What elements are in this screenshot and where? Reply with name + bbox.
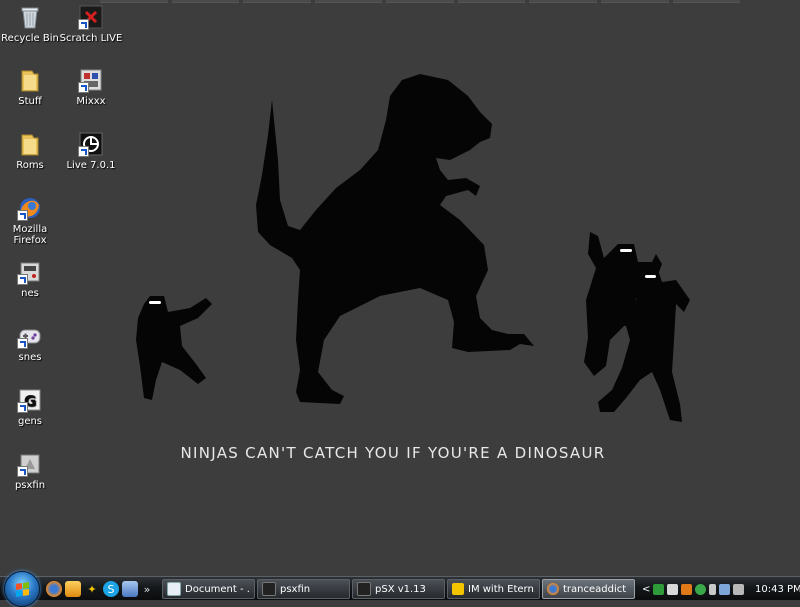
update-icon[interactable] — [681, 583, 692, 595]
desktop-icon-label: snes — [18, 352, 42, 363]
taskbar-button-label: pSX v1.13 — [375, 583, 426, 595]
taskbar-button-im[interactable]: IM with Etern... — [447, 579, 540, 599]
desktop-icon-label: Mixxx — [76, 96, 106, 107]
system-tray: < 10:43 PM — [642, 579, 800, 599]
network-icon[interactable] — [653, 583, 664, 595]
desktop: NINJAS CAN'T CATCH YOU IF YOU'RE A DINOS… — [0, 0, 800, 576]
folder-icon — [17, 67, 43, 93]
volume-icon[interactable] — [733, 583, 744, 595]
start-button[interactable] — [4, 571, 40, 607]
device-icon[interactable] — [709, 583, 716, 595]
desktop-icon-stuff[interactable]: Stuff — [0, 67, 62, 123]
clock[interactable]: 10:43 PM — [755, 584, 800, 595]
desktop-icon-label: nes — [21, 288, 39, 299]
switch-windows-icon[interactable] — [65, 581, 81, 597]
desktop-icon-gens[interactable]: G gens — [0, 387, 62, 443]
taskbar-button-psx[interactable]: pSX v1.13 — [352, 579, 445, 599]
desktop-icon-psxfin[interactable]: psxfin — [0, 451, 62, 507]
desktop-icon-mixxx[interactable]: Mixxx — [59, 67, 123, 123]
desktop-icon-roms[interactable]: Roms — [0, 131, 62, 187]
desktop-icon-label: Mozilla Firefox — [12, 224, 48, 246]
windows-logo-icon — [15, 581, 29, 597]
taskbar-buttons: Document - ... psxfin pSX v1.13 IM with … — [162, 579, 635, 599]
folder-icon — [17, 131, 43, 157]
recycle-bin-icon — [17, 4, 43, 30]
taskbar-button-tranceaddict[interactable]: tranceaddict ... — [542, 579, 635, 599]
skype-icon[interactable]: S — [103, 581, 119, 597]
desktop-icon-label: Live 7.0.1 — [66, 160, 116, 171]
aim-running-man-icon — [452, 583, 464, 595]
firefox-icon — [547, 583, 559, 595]
nes-emulator-icon — [17, 259, 43, 285]
ableton-live-icon — [78, 131, 104, 157]
psxfin-icon — [262, 582, 276, 596]
ninja-left-silhouette — [136, 296, 212, 400]
firefox-icon[interactable] — [46, 581, 62, 597]
desktop-icon-scratch-live[interactable]: Scratch LIVE — [59, 4, 123, 60]
gens-emulator-icon: G — [17, 387, 43, 413]
quick-launch-more-button[interactable]: » — [141, 583, 153, 596]
dinosaur-silhouette — [256, 74, 534, 404]
quick-launch-bar: ✦ S » — [46, 579, 153, 599]
taskbar-button-label: Document - ... — [185, 583, 250, 595]
desktop-icon-live[interactable]: Live 7.0.1 — [59, 131, 123, 187]
sync-icon[interactable] — [695, 583, 706, 595]
desktop-icon-snes[interactable]: snes — [0, 323, 62, 379]
taskbar-button-label: psxfin — [280, 583, 311, 595]
desktop-icon-label: gens — [17, 416, 43, 427]
document-icon — [167, 582, 181, 596]
firefox-icon — [17, 195, 43, 221]
antivirus-icon[interactable] — [667, 583, 678, 595]
taskbar: ✦ S » Document - ... psxfin pSX v1.13 IM… — [0, 571, 800, 607]
desktop-icon-label: Scratch LIVE — [59, 33, 123, 44]
scratch-live-icon — [78, 4, 104, 30]
desktop-icon-label: Roms — [16, 160, 44, 171]
show-desktop-icon[interactable] — [122, 581, 138, 597]
psx-icon — [357, 582, 371, 596]
desktop-icon-label: Stuff — [18, 96, 42, 107]
mixxx-icon — [78, 67, 104, 93]
taskbar-button-psxfin[interactable]: psxfin — [257, 579, 350, 599]
tray-expand-button[interactable]: < — [642, 584, 650, 595]
taskbar-button-label: IM with Etern... — [468, 583, 535, 595]
desktop-icon-label: psxfin — [14, 480, 46, 491]
desktop-icon-recycle-bin[interactable]: Recycle Bin — [0, 4, 62, 60]
psxfin-icon — [17, 451, 43, 477]
desktop-icon-firefox[interactable]: Mozilla Firefox — [0, 195, 62, 251]
aim-running-man-icon[interactable]: ✦ — [84, 581, 100, 597]
taskbar-button-document[interactable]: Document - ... — [162, 579, 255, 599]
taskbar-button-label: tranceaddict ... — [563, 583, 630, 595]
wallpaper-caption: NINJAS CAN'T CATCH YOU IF YOU'RE A DINOS… — [180, 444, 606, 462]
desktop-icon-label: Recycle Bin — [1, 33, 59, 44]
snes-emulator-icon — [17, 323, 43, 349]
network-icon[interactable] — [719, 583, 730, 595]
desktop-icon-nes[interactable]: nes — [0, 259, 62, 315]
